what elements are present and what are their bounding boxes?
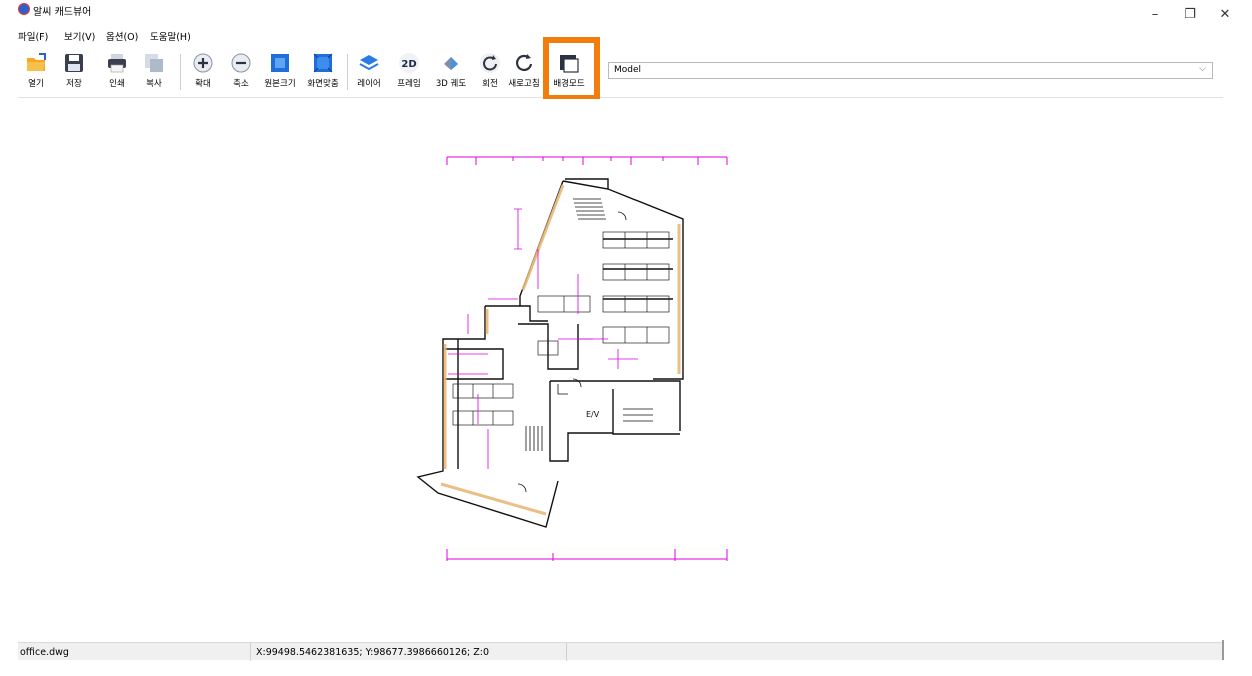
- bottom-dimension-line: [446, 549, 728, 561]
- model-select-value: Model: [614, 65, 642, 75]
- highlight-frame: [543, 37, 600, 101]
- fit-screen-button[interactable]: 화면맞춤: [305, 50, 341, 94]
- orbit-3d-label: 3D 궤도: [435, 79, 467, 89]
- status-divider: [250, 643, 251, 661]
- layer-button[interactable]: 레이어: [351, 50, 387, 94]
- toolbar-separator: [347, 54, 348, 90]
- frame-label: 프레임: [397, 79, 421, 89]
- rotate-label: 회전: [482, 79, 498, 89]
- close-button[interactable]: ✕: [1207, 0, 1243, 30]
- top-dimension-line: [446, 156, 728, 165]
- layers-icon: [359, 55, 379, 71]
- status-coordinates: X:99498.5462381635; Y:98677.3986660126; …: [256, 647, 490, 658]
- model-select[interactable]: Model ⌵: [608, 62, 1213, 79]
- copy-button[interactable]: 복사: [136, 50, 172, 94]
- fit-screen-label: 화면맞춤: [307, 79, 339, 89]
- menu-bar: 파일(F) 보기(V) 옵션(O) 도움말(H): [0, 29, 1252, 43]
- open-label: 열기: [28, 79, 44, 89]
- save-disk-icon: [65, 54, 83, 72]
- open-button[interactable]: 열기: [18, 50, 54, 94]
- rotate-button[interactable]: 회전: [472, 50, 508, 94]
- refresh-label: 새로고침: [508, 79, 540, 89]
- orbit-3d-button[interactable]: 3D 궤도: [433, 50, 469, 94]
- window-edge: [1222, 640, 1224, 660]
- zoom-out-button[interactable]: 축소: [223, 50, 259, 94]
- layer-label: 레이어: [357, 79, 381, 89]
- zoom-out-icon: [231, 53, 251, 73]
- frame-button[interactable]: 2D 프레임: [391, 50, 427, 94]
- copy-icon: [145, 54, 163, 72]
- chevron-down-icon: ⌵: [1199, 64, 1206, 74]
- zoom-in-icon: [193, 53, 213, 73]
- zoom-out-label: 축소: [233, 79, 249, 89]
- refresh-icon: [516, 54, 533, 71]
- print-button[interactable]: 인쇄: [99, 50, 135, 94]
- title-bar: 알씨 캐드뷰어: [0, 0, 1252, 18]
- status-bar: office.dwg X:99498.5462381635; Y:98677.3…: [18, 642, 1223, 661]
- zoom-in-button[interactable]: 확대: [185, 50, 221, 94]
- minimize-button[interactable]: –: [1137, 0, 1173, 30]
- maximize-button[interactable]: ❐: [1172, 0, 1208, 30]
- floor-plan-walls: [416, 178, 684, 528]
- menu-file[interactable]: 파일(F): [18, 29, 48, 43]
- app-title: 알씨 캐드뷰어: [33, 7, 92, 18]
- drawing-canvas[interactable]: E/V: [18, 99, 1223, 641]
- copy-label: 복사: [146, 79, 162, 89]
- status-file-name: office.dwg: [20, 647, 69, 658]
- menu-help[interactable]: 도움말(H): [150, 29, 191, 43]
- refresh-button[interactable]: 새로고침: [506, 50, 542, 94]
- elevator-mark: E/V: [586, 410, 600, 419]
- save-button[interactable]: 저장: [56, 50, 92, 94]
- menu-options[interactable]: 옵션(O): [106, 29, 138, 43]
- frame-2d-text: 2D: [401, 59, 416, 70]
- toolbar-separator: [180, 54, 181, 90]
- print-label: 인쇄: [109, 79, 125, 89]
- original-size-icon: [271, 54, 289, 72]
- zoom-in-label: 확대: [195, 79, 211, 89]
- save-label: 저장: [66, 79, 82, 89]
- original-size-button[interactable]: 원본크기: [262, 50, 298, 94]
- original-size-label: 원본크기: [264, 79, 296, 89]
- app-logo-icon: [18, 3, 30, 15]
- status-divider: [566, 643, 567, 661]
- floor-plan-drawing: E/V: [416, 156, 728, 561]
- menu-view[interactable]: 보기(V): [64, 29, 95, 43]
- printer-icon: [108, 54, 126, 73]
- orbit-3d-icon: [444, 57, 458, 70]
- fit-screen-icon: [313, 53, 333, 73]
- frame-2d-icon: 2D: [399, 53, 419, 73]
- folder-open-icon: [27, 53, 46, 71]
- rotate-icon: [480, 53, 500, 73]
